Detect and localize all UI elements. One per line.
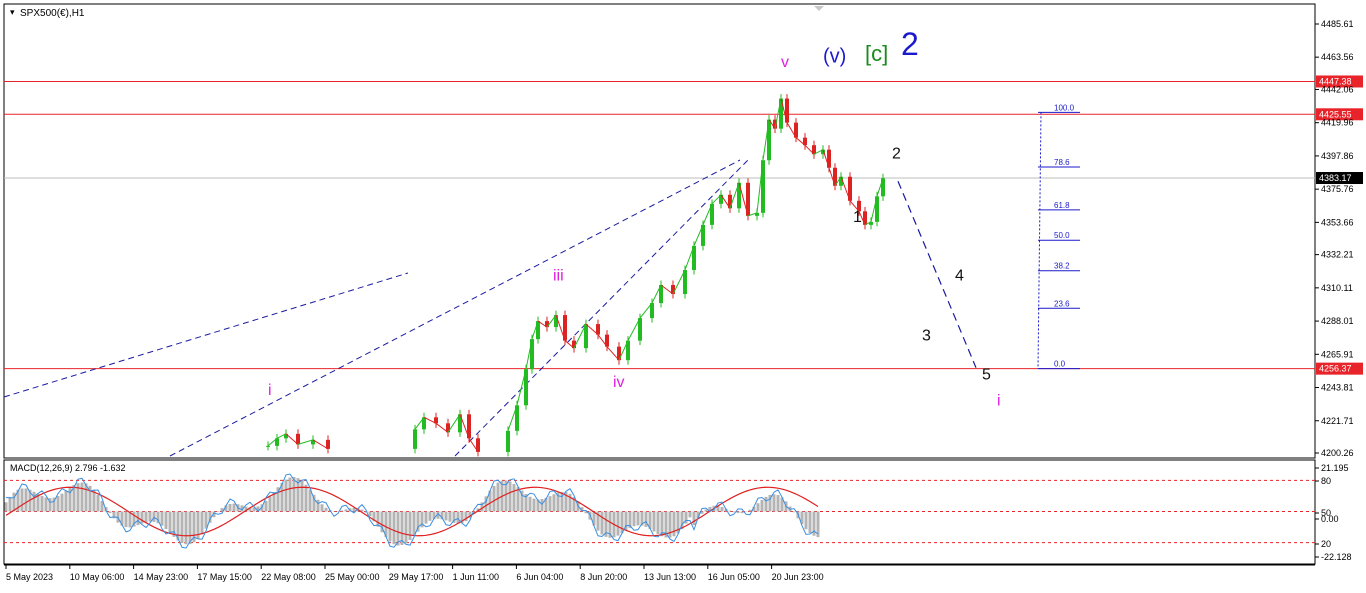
price-tick-label: 4442.06: [1321, 84, 1354, 94]
macd-tick-label: 21.195: [1321, 463, 1349, 473]
macd-tick-label: 20: [1321, 539, 1331, 549]
price-tick-label: 4397.86: [1321, 151, 1354, 161]
chart-svg: ▾ SPX500(€),H1 MACD(12,26,9) 2.796 -1.63…: [3, 3, 1363, 582]
chart-title-arrow: ▾: [10, 7, 15, 17]
price-tick-label: 4375.76: [1321, 184, 1354, 194]
price-tick-label: 4310.11: [1321, 283, 1353, 293]
current-price-label: 4383.17: [1319, 173, 1352, 183]
price-axis[interactable]: 4485.61 4463.56 4442.06 4419.96 4397.86 4375.…: [1315, 19, 1354, 458]
fib-level-label: 78.6: [1054, 158, 1070, 167]
time-tick-label: 6 Jun 04:00: [516, 572, 563, 582]
wave-label: 2: [901, 26, 919, 62]
price-tick-label: 4265.91: [1321, 349, 1354, 359]
time-tick-label: 20 Jun 23:00: [772, 572, 824, 582]
time-tick-label: 8 Jun 20:00: [580, 572, 627, 582]
wave-label: i: [997, 392, 1001, 409]
fib-level-label: 23.6: [1054, 299, 1070, 308]
fib-level-label: 61.8: [1054, 201, 1070, 210]
time-axis[interactable]: 5 May 2023 10 May 06:00 14 May 23:00 17 May…: [5, 565, 824, 582]
wave-label: iv: [613, 374, 625, 391]
time-tick-label: 29 May 17:00: [389, 572, 444, 582]
macd-tick-label: 80: [1321, 476, 1331, 486]
wave-label: 5: [982, 367, 991, 384]
fib-level-label: 100.0: [1054, 103, 1075, 112]
wave-label: v: [781, 54, 789, 71]
wave-label: 1: [853, 209, 862, 226]
price-tick-label: 4485.61: [1321, 19, 1354, 29]
wave-label: 3: [922, 328, 931, 345]
price-candle-body: [506, 430, 510, 452]
price-tick-label: 4288.01: [1321, 316, 1354, 326]
price-tick-label: 4221.71: [1321, 416, 1354, 426]
time-tick-label: 17 May 15:00: [197, 572, 252, 582]
fib-level-label: 50.0: [1054, 231, 1070, 240]
price-tick-label: 4419.96: [1321, 118, 1354, 128]
wave-label: 4: [955, 267, 964, 284]
wave-label: i: [268, 382, 272, 399]
price-tick-label: 4243.81: [1321, 383, 1354, 393]
time-tick-label: 22 May 08:00: [261, 572, 316, 582]
fib-level-label: 0.0: [1054, 360, 1066, 369]
time-tick-label: 14 May 23:00: [134, 572, 189, 582]
price-tick-label: 4332.21: [1321, 250, 1354, 260]
wave-label: (v): [823, 46, 846, 68]
price-candle-body: [266, 445, 270, 447]
chart-title: SPX500(€),H1: [20, 8, 85, 19]
wave-label: iii: [553, 267, 564, 284]
macd-tick-label: -22.128: [1321, 552, 1352, 562]
price-tick-label: 4353.66: [1321, 217, 1354, 227]
macd-tick-label: 0.00: [1321, 514, 1339, 524]
price-tick-label: 4200.26: [1321, 448, 1354, 458]
price-tick-label: 4463.56: [1321, 52, 1354, 62]
time-tick-label: 10 May 06:00: [70, 572, 125, 582]
wave-label: [c]: [865, 41, 888, 66]
wave-label: 2: [892, 146, 901, 163]
time-tick-label: 25 May 00:00: [325, 572, 380, 582]
time-tick-label: 16 Jun 05:00: [708, 572, 760, 582]
macd-title: MACD(12,26,9) 2.796 -1.632: [10, 463, 126, 473]
main-panel: [3, 3, 1316, 459]
time-tick-label: 13 Jun 13:00: [644, 572, 696, 582]
chart-window: ▾ SPX500(€),H1 MACD(12,26,9) 2.796 -1.63…: [0, 0, 1366, 588]
fib-level-label: 38.2: [1054, 262, 1070, 271]
level-price-label: 4256.37: [1319, 364, 1352, 374]
time-tick-label: 5 May 2023: [6, 572, 53, 582]
price-candle-body: [413, 429, 417, 449]
time-tick-label: 1 Jun 11:00: [453, 572, 499, 582]
